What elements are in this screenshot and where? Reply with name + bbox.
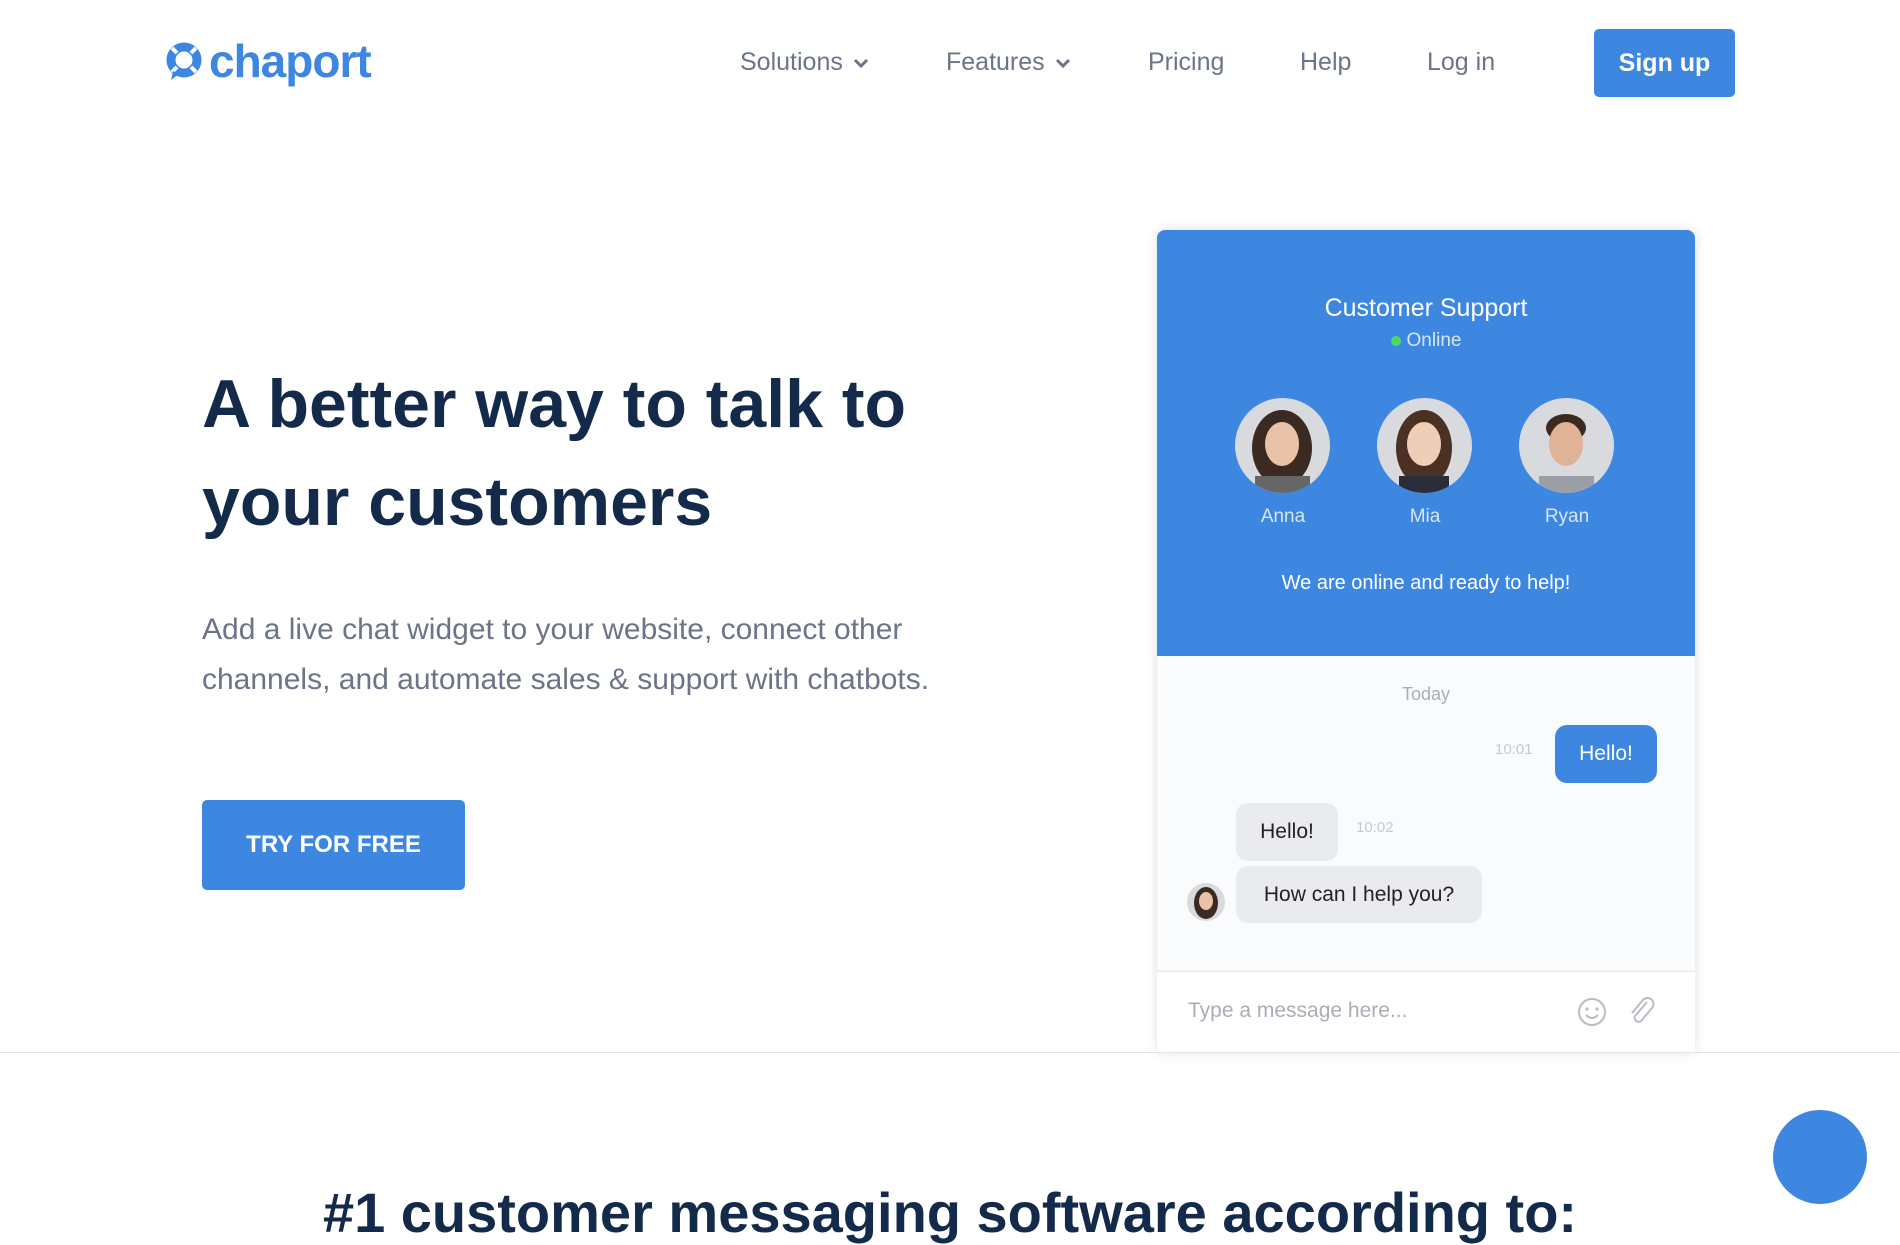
emoji-icon[interactable] bbox=[1577, 997, 1607, 1027]
chat-title: Customer Support bbox=[1324, 294, 1528, 322]
agent-name: Mia bbox=[1409, 506, 1441, 527]
nav-pricing[interactable]: Pricing bbox=[1148, 48, 1224, 77]
chat-header: Customer Support Online Anna Mia Ryan We… bbox=[1157, 230, 1695, 656]
chevron-down-icon bbox=[853, 58, 868, 68]
nav-features-label: Features bbox=[946, 48, 1045, 76]
chaport-logo[interactable]: chaport bbox=[165, 34, 372, 88]
message-time: 10:01 bbox=[1495, 741, 1533, 758]
agent-message: Hello! bbox=[1236, 803, 1338, 861]
status-label: Online bbox=[1406, 330, 1462, 351]
nav-solutions[interactable]: Solutions bbox=[740, 48, 869, 77]
chat-launcher-button[interactable] bbox=[1773, 1110, 1867, 1204]
hero-subtitle: Add a live chat widget to your website, … bbox=[202, 613, 930, 696]
paperclip-icon[interactable] bbox=[1627, 996, 1657, 1028]
avatar-ryan bbox=[1519, 398, 1614, 493]
section-divider bbox=[0, 1052, 1900, 1053]
hero-title: A better way to talk to your customers bbox=[202, 366, 907, 540]
message-composer[interactable]: Type a message here... bbox=[1157, 971, 1695, 1052]
avatar-mia bbox=[1377, 398, 1472, 493]
chat-widget-preview: Customer Support Online Anna Mia Ryan We… bbox=[1157, 230, 1695, 1052]
agent-message: How can I help you? bbox=[1236, 866, 1482, 923]
chevron-down-icon bbox=[1055, 58, 1070, 68]
agent-name: Anna bbox=[1260, 506, 1306, 527]
nav-solutions-label: Solutions bbox=[740, 48, 843, 76]
chat-status: Online bbox=[1157, 330, 1695, 352]
nav-login[interactable]: Log in bbox=[1427, 48, 1495, 77]
nav-help[interactable]: Help bbox=[1300, 48, 1351, 77]
logo-text: chaport bbox=[209, 35, 372, 87]
message-input[interactable]: Type a message here... bbox=[1188, 999, 1407, 1023]
visitor-message: Hello! bbox=[1555, 725, 1657, 783]
section-title: #1 customer messaging software according… bbox=[322, 1181, 1578, 1244]
chat-greeting: We are online and ready to help! bbox=[1281, 572, 1571, 594]
message-time: 10:02 bbox=[1356, 819, 1394, 836]
lifebuoy-icon bbox=[166, 42, 202, 80]
avatar-anna bbox=[1235, 398, 1330, 493]
online-dot-icon bbox=[1390, 336, 1401, 346]
try-for-free-button[interactable]: TRY FOR FREE bbox=[202, 800, 465, 890]
signup-button[interactable]: Sign up bbox=[1594, 29, 1735, 97]
nav-features[interactable]: Features bbox=[946, 48, 1071, 77]
agent-avatar-small bbox=[1187, 883, 1225, 921]
agent-name: Ryan bbox=[1544, 506, 1590, 527]
day-separator: Today bbox=[1401, 684, 1451, 704]
